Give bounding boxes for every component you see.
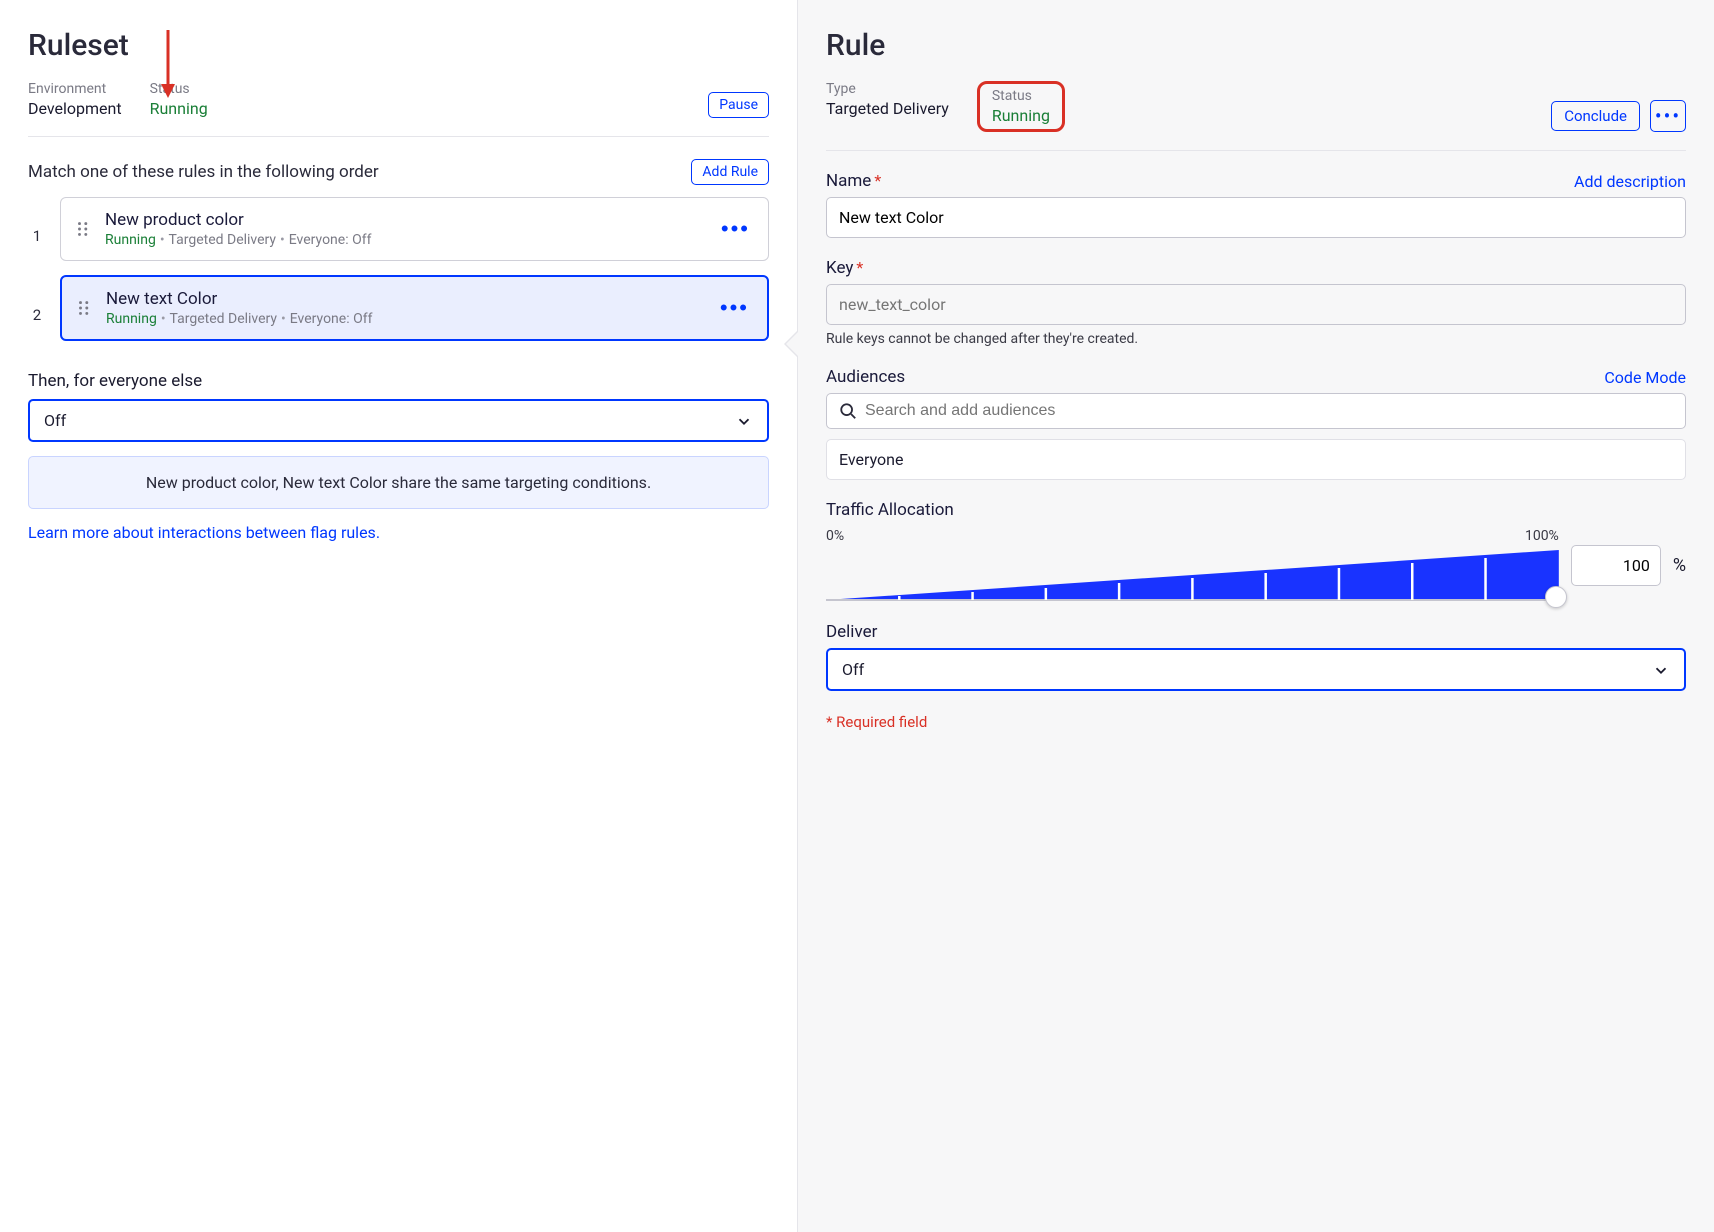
code-mode-link[interactable]: Code Mode	[1604, 368, 1686, 387]
name-label: Name	[826, 171, 871, 191]
pointer-triangle	[786, 330, 800, 358]
ruleset-title: Ruleset	[28, 28, 769, 63]
key-label: Key	[826, 258, 853, 278]
drag-handle-icon[interactable]	[75, 220, 93, 238]
status-highlight-box: Status Running	[977, 81, 1065, 132]
rule-title: New text Color	[106, 289, 704, 309]
traffic-slider[interactable]: 0% 100%	[826, 528, 1559, 602]
conclude-button[interactable]: Conclude	[1551, 101, 1640, 131]
add-rule-button[interactable]: Add Rule	[691, 159, 769, 185]
traffic-min: 0%	[826, 528, 844, 544]
ruleset-pane: Ruleset Environment Development Status R…	[0, 0, 797, 1232]
rule-type-value: Targeted Delivery	[826, 99, 949, 118]
match-rules-heading: Match one of these rules in the followin…	[28, 162, 379, 182]
slider-handle[interactable]	[1545, 586, 1567, 608]
ruleset-status-label: Status	[150, 81, 208, 97]
rule-status-value: Running	[992, 106, 1050, 125]
add-description-link[interactable]: Add description	[1574, 172, 1686, 191]
environment-label: Environment	[28, 81, 122, 97]
chevron-down-icon	[1652, 661, 1670, 679]
environment-meta: Environment Development	[28, 81, 122, 118]
rule-more-actions[interactable]: •••	[1650, 100, 1686, 132]
percent-sign: %	[1673, 555, 1686, 576]
rule-subtext: Running•Targeted Delivery•Everyone: Off	[105, 232, 705, 248]
pause-button[interactable]: Pause	[708, 92, 769, 118]
rule-title-heading: Rule	[826, 28, 1686, 63]
shared-targeting-banner: New product color, New text Color share …	[28, 456, 769, 509]
rule-index: 1	[28, 227, 46, 245]
rule-card[interactable]: New product color Running•Targeted Deliv…	[60, 197, 769, 261]
rule-type-meta: Type Targeted Delivery	[826, 81, 949, 132]
drag-handle-icon[interactable]	[76, 299, 94, 317]
fallback-value: Off	[44, 411, 66, 430]
required-field-note: * Required field	[826, 713, 1686, 731]
deliver-label: Deliver	[826, 622, 1686, 642]
key-helper-text: Rule keys cannot be changed after they'r…	[826, 331, 1686, 347]
audience-chip[interactable]: Everyone	[826, 439, 1686, 480]
traffic-percent-input[interactable]	[1571, 545, 1661, 586]
rule-actions-menu[interactable]: •••	[717, 223, 754, 235]
ruleset-status-value: Running	[150, 99, 208, 118]
name-input[interactable]	[826, 197, 1686, 238]
audience-search[interactable]	[826, 393, 1686, 429]
rule-type-label: Type	[826, 81, 949, 97]
traffic-wedge-icon	[826, 546, 1559, 602]
traffic-max: 100%	[1525, 528, 1559, 544]
rule-index: 2	[28, 306, 46, 324]
audiences-label: Audiences	[826, 367, 905, 387]
fallback-select[interactable]: Off	[28, 399, 769, 442]
traffic-label: Traffic Allocation	[826, 500, 1686, 520]
learn-more-link[interactable]: Learn more about interactions between fl…	[28, 523, 380, 542]
deliver-select[interactable]: Off	[826, 648, 1686, 691]
audience-search-input[interactable]	[865, 402, 1673, 420]
rule-status-label: Status	[992, 88, 1050, 104]
chevron-down-icon	[735, 412, 753, 430]
deliver-value: Off	[842, 660, 864, 679]
environment-value: Development	[28, 99, 122, 118]
key-input	[826, 284, 1686, 325]
rule-actions-menu[interactable]: •••	[716, 302, 753, 314]
ruleset-status-meta: Status Running	[150, 81, 208, 118]
rule-card-selected[interactable]: New text Color Running•Targeted Delivery…	[60, 275, 769, 341]
rule-detail-pane: Rule Type Targeted Delivery Status Runni…	[797, 0, 1714, 1232]
rule-subtext: Running•Targeted Delivery•Everyone: Off	[106, 311, 704, 327]
rule-title: New product color	[105, 210, 705, 230]
search-icon	[839, 402, 857, 420]
fallback-label: Then, for everyone else	[28, 371, 769, 391]
